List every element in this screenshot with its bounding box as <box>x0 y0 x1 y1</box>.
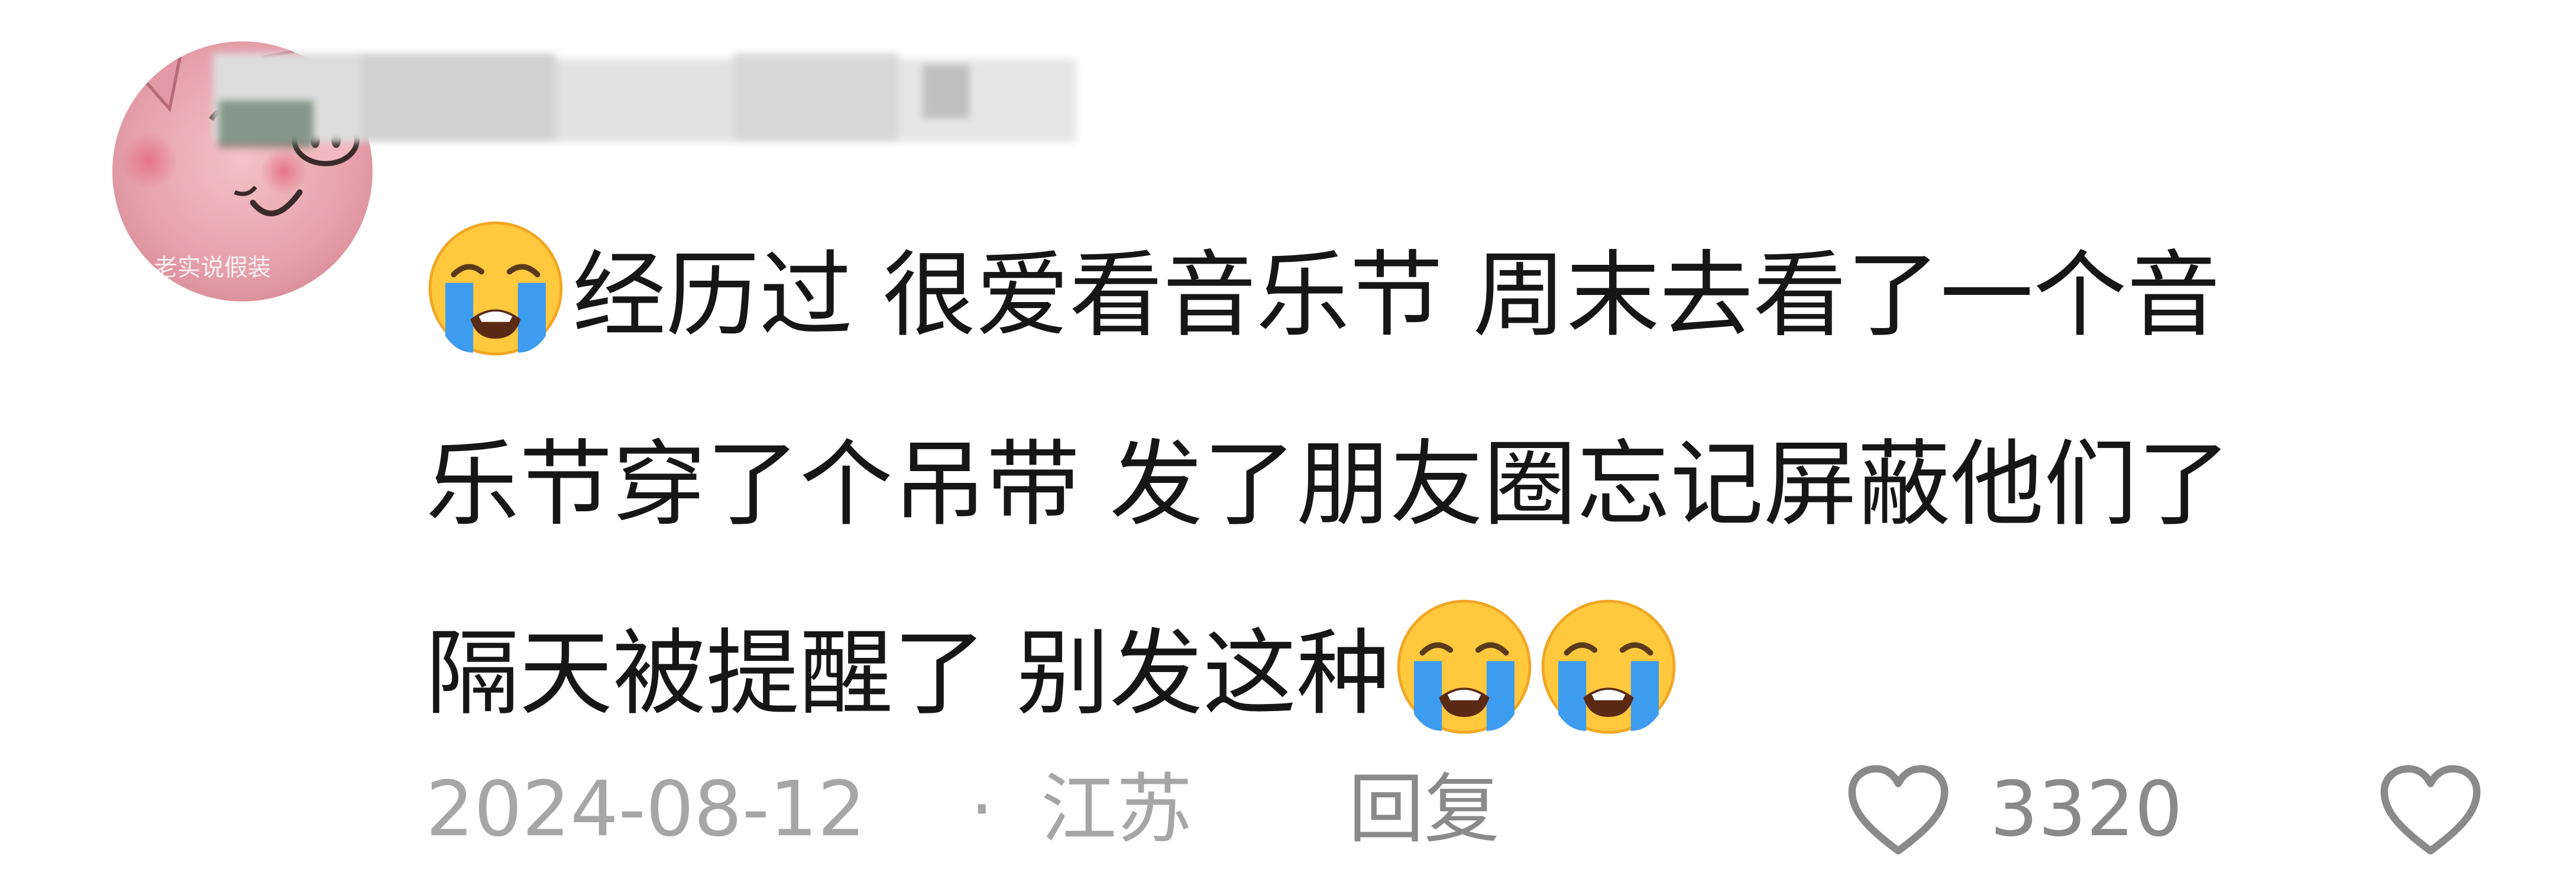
comment-line-1-text: 经历过 很爱看音乐节 周末去看了一个音 <box>572 241 2221 350</box>
loudly-crying-face-icon <box>1394 597 1534 736</box>
meta-separator: · <box>970 765 994 854</box>
username <box>426 71 1289 207</box>
like-button[interactable]: 3320 <box>1845 751 2259 869</box>
comment-date: 2024-08-12 <box>426 765 866 854</box>
loudly-crying-face-icon <box>1539 597 1678 736</box>
username-blurred[interactable] <box>213 35 1076 171</box>
like-count: 3320 <box>1990 765 2183 854</box>
comment-line-3-text: 隔天被提醒了 别发这种 <box>426 619 1390 728</box>
reply-button[interactable]: 回复 <box>1348 751 1500 869</box>
comment-meta-row: 2024-08-12 · 江苏 回复 3320 <box>426 751 2531 869</box>
comment-line-2: 乐节穿了个吊带 发了朋友圈忘记屏蔽他们了 <box>426 430 2231 539</box>
dislike-heart-icon[interactable] <box>2377 763 2484 857</box>
comment-text: 经历过 很爱看音乐节 周末去看了一个音 乐节穿了个吊带 发了朋友圈忘记屏蔽他们了… <box>426 201 2466 768</box>
heart-icon <box>1845 763 1952 857</box>
svg-text:老实说假装: 老实说假装 <box>154 254 271 281</box>
comment-card: 老实说假装 经历过 很爱看音乐节 周末去看了一个音 乐节穿了个吊带 发了朋友圈忘… <box>0 0 2576 889</box>
comment-location: 江苏 <box>1041 765 1193 854</box>
loudly-crying-face-icon <box>426 219 565 358</box>
comment-line-1: 经历过 很爱看音乐节 周末去看了一个音 <box>426 201 2466 390</box>
comment-line-3: 隔天被提醒了 别发这种 <box>426 579 2466 768</box>
